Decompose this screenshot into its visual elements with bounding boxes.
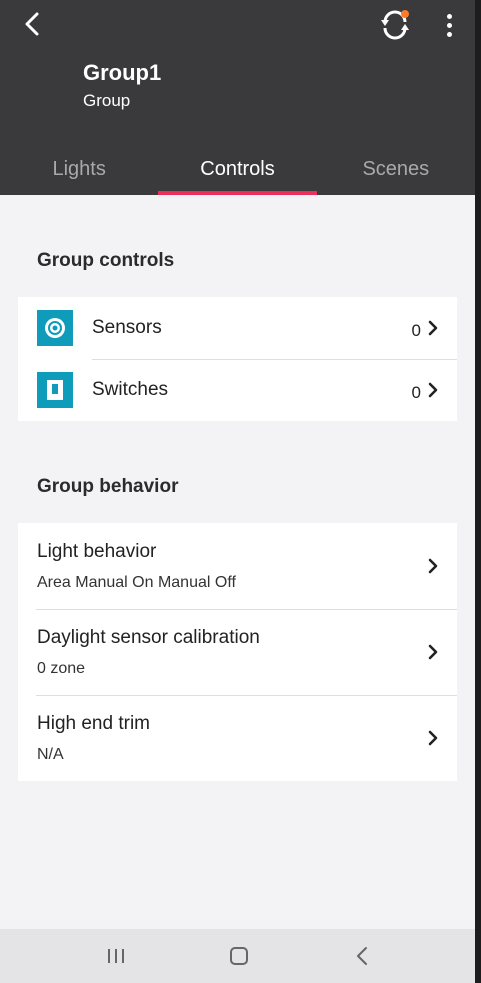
group-behavior-card: Light behavior Area Manual On Manual Off… [18, 523, 457, 781]
sensors-label: Sensors [92, 317, 162, 338]
light-behavior-value: Area Manual On Manual Off [37, 574, 236, 591]
light-behavior-row[interactable]: Light behavior Area Manual On Manual Off [18, 523, 457, 609]
tab-bar: Lights Controls Scenes [0, 146, 475, 195]
chevron-right-icon [428, 730, 438, 746]
more-dot-icon [446, 31, 452, 37]
more-dot-icon [446, 13, 452, 19]
high-end-trim-title: High end trim [37, 713, 150, 734]
system-nav-bar [0, 929, 475, 983]
sensor-icon [37, 310, 73, 346]
tab-lights[interactable]: Lights [0, 146, 158, 195]
section-title-group-behavior: Group behavior [37, 476, 179, 497]
high-end-trim-value: N/A [37, 746, 64, 763]
nav-back-icon[interactable] [355, 946, 369, 966]
daylight-calibration-value: 0 zone [37, 660, 86, 677]
app-header: Group1 Group Lights Controls Scenes [0, 0, 475, 195]
notification-dot [401, 10, 409, 18]
page-title: Group1 [83, 60, 162, 85]
screen: Group1 Group Lights Controls Scenes Grou… [0, 0, 475, 983]
high-end-trim-row[interactable]: High end trim N/A [18, 695, 457, 781]
switches-label: Switches [92, 379, 169, 400]
chevron-right-icon [428, 558, 438, 574]
section-title-group-controls: Group controls [37, 250, 175, 271]
daylight-calibration-title: Daylight sensor calibration [37, 627, 260, 648]
more-options-button[interactable] [436, 8, 462, 42]
chevron-right-icon [428, 320, 438, 336]
chevron-right-icon [428, 382, 438, 398]
light-behavior-title: Light behavior [37, 541, 157, 562]
switch-icon [37, 372, 73, 408]
back-button[interactable] [14, 6, 50, 42]
group-controls-card: Sensors 0 Switches 0 [18, 297, 457, 421]
switches-count: 0 [411, 383, 421, 402]
recents-icon[interactable] [106, 948, 126, 964]
daylight-calibration-row[interactable]: Daylight sensor calibration 0 zone [18, 609, 457, 695]
back-arrow-icon [25, 12, 39, 36]
more-dot-icon [446, 22, 452, 28]
home-icon[interactable] [229, 946, 249, 966]
screen-edge [475, 0, 481, 983]
sensors-count: 0 [411, 321, 421, 340]
chevron-right-icon [428, 644, 438, 660]
switches-row[interactable]: Switches 0 [18, 359, 457, 421]
sensors-row[interactable]: Sensors 0 [18, 297, 457, 359]
tab-controls[interactable]: Controls [158, 146, 317, 195]
tab-scenes[interactable]: Scenes [317, 146, 475, 195]
page-subtitle: Group [83, 91, 131, 110]
